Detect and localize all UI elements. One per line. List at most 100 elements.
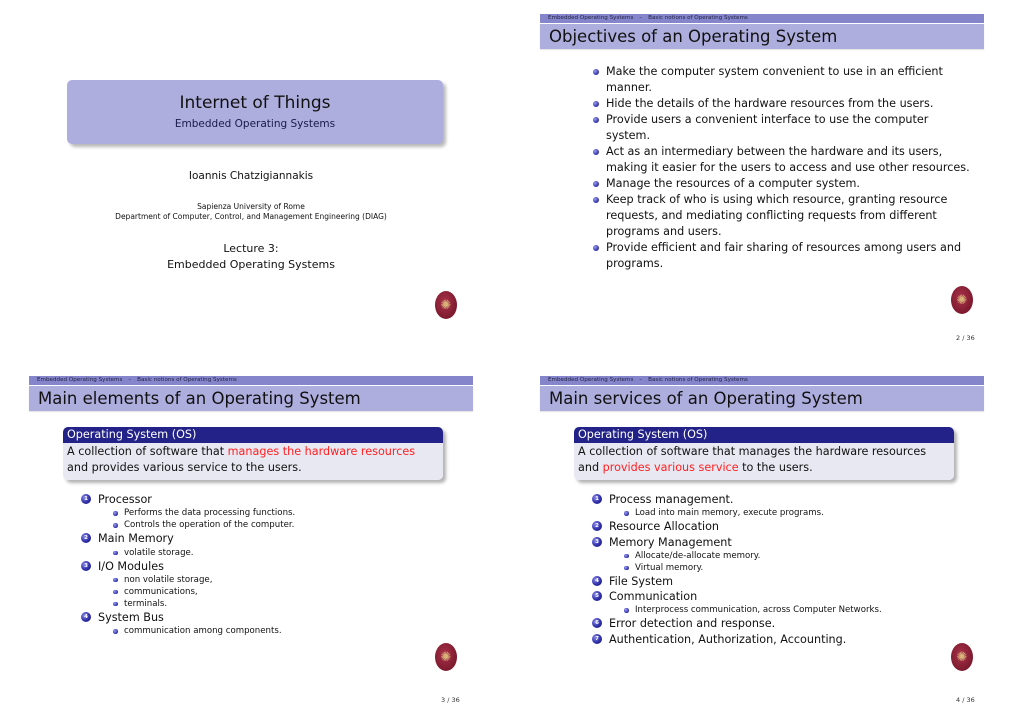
definition-block: Operating System (OS) A collection of so…: [574, 427, 954, 480]
lecture-title: Embedded Operating Systems: [167, 258, 335, 271]
bullet-icon: [593, 101, 599, 107]
list-item-text: Keep track of who is using which resourc…: [606, 193, 948, 238]
sub-list-item: Performs the data processing functions.: [98, 507, 481, 519]
block-highlight: manages the hardware resources: [227, 445, 416, 458]
bullet-icon: [593, 245, 599, 251]
breadcrumb-separator: –: [639, 377, 643, 383]
university-seal-icon: ✺: [951, 286, 973, 314]
lecture-number: Lecture 3:: [223, 242, 279, 255]
slide-2-objectives: Embedded Operating Systems – Basic notions…: [540, 14, 1014, 354]
sub-list: non volatile storage, communications, term…: [98, 574, 481, 610]
sub-list-item-text: Performs the data processing functions.: [124, 508, 296, 519]
bullet-icon: [113, 589, 118, 595]
list-item: 4 System Bus communication among component…: [81, 610, 481, 637]
bullet-icon: [113, 523, 118, 528]
list-item-label: Process management.: [609, 493, 734, 506]
breadcrumb-separator: –: [639, 15, 643, 21]
bullet-icon: [113, 601, 118, 607]
sub-list-item: Load into main memory, execute programs.: [609, 507, 992, 519]
sub-list-item: volatile storage.: [98, 547, 481, 559]
bullet-icon: [593, 69, 599, 75]
bullet-icon: [624, 553, 629, 559]
author: Ioannis Chatzigiannakis: [188, 170, 314, 182]
list-item: Act as an intermediary between the hardw…: [590, 144, 970, 176]
block-title: Operating System (OS): [574, 427, 954, 443]
number-badge-icon: 2: [592, 521, 602, 532]
sub-list-item: communication among components.: [98, 625, 481, 637]
bullet-icon: [113, 629, 118, 634]
sub-list-item-text: Allocate/de-allocate memory.: [635, 550, 761, 561]
number-badge-icon: 4: [81, 611, 91, 622]
list-item: 1 Processor Performs the data processing f…: [81, 492, 481, 531]
list-item-label: File System: [609, 574, 673, 588]
list-item-text: Make the computer system convenient to u…: [606, 65, 943, 94]
page-number: 3 / 36: [441, 696, 460, 704]
list-item: Keep track of who is using which resourc…: [590, 192, 970, 240]
breadcrumb: Embedded Operating Systems – Basic notions…: [540, 14, 984, 23]
list-item: 3 Memory Management Allocate/de-allocate m…: [592, 535, 992, 574]
bullet-icon: [624, 565, 629, 571]
slide-4-main-services: Embedded Operating Systems – Basic notions…: [540, 376, 1014, 716]
list-item: 6 Error detection and response.: [592, 616, 992, 631]
number-badge-icon: 2: [81, 533, 91, 544]
sub-list: Allocate/de-allocate memory. Virtual memo…: [609, 550, 992, 574]
block-body: A collection of software that manages th…: [574, 443, 954, 480]
bullet-icon: [113, 577, 118, 583]
list-item: Hide the details of the hardware resourc…: [590, 96, 970, 112]
list-item: Manage the resources of a computer syste…: [590, 176, 970, 192]
list-item-text: Hide the details of the hardware resourc…: [606, 97, 934, 110]
services-list: 1 Process management. Load into main memor…: [592, 492, 992, 647]
frame-title: Main elements of an Operating System: [29, 386, 473, 411]
slide-3-main-elements: Embedded Operating Systems – Basic notions…: [29, 376, 503, 716]
block-body: A collection of software that manages th…: [63, 443, 443, 480]
sub-list-item: non volatile storage,: [98, 574, 481, 586]
sub-list: Performs the data processing functions. C…: [98, 507, 481, 531]
list-item-text: Act as an intermediary between the hardw…: [606, 145, 970, 174]
institution: Sapienza University of Rome: [197, 202, 305, 211]
breadcrumb-section: Embedded Operating Systems: [548, 15, 634, 21]
number-badge-icon: 6: [592, 618, 602, 629]
list-item-label: Communication: [609, 590, 698, 604]
breadcrumb: Embedded Operating Systems – Basic notions…: [29, 376, 473, 385]
sub-list-item: Virtual memory.: [609, 562, 992, 574]
breadcrumb-section: Embedded Operating Systems: [548, 377, 634, 383]
title-block: Internet of Things Embedded Operating Sy…: [67, 80, 443, 144]
block-text: A collection of software that: [67, 445, 228, 458]
list-item: 3 I/O Modules non volatile storage, communi…: [81, 559, 481, 610]
number-badge-icon: 5: [592, 591, 602, 602]
sub-list: volatile storage.: [98, 547, 481, 559]
breadcrumb-subsection: Basic notions of Operating Systems: [648, 377, 748, 383]
breadcrumb-section: Embedded Operating Systems: [37, 377, 123, 383]
list-item-label: Processor: [98, 493, 152, 506]
block-title: Operating System (OS): [63, 427, 443, 443]
list-item-label: Memory Management: [609, 535, 732, 549]
sub-list: communication among components.: [98, 625, 481, 637]
page-number: 4 / 36: [956, 696, 975, 704]
list-item: Make the computer system convenient to u…: [590, 64, 970, 96]
page-number: 2 / 36: [956, 334, 975, 342]
sub-list-item: communications,: [98, 586, 481, 598]
bullet-icon: [113, 550, 118, 556]
list-item-label: Main Memory: [98, 532, 174, 546]
sub-list-item-text: communication among components.: [124, 626, 282, 637]
list-item: Provide users a convenient interface to …: [590, 112, 970, 144]
list-item: 7 Authentication, Authorization, Accounti…: [592, 632, 992, 647]
bullet-icon: [593, 197, 599, 203]
sub-list-item: Controls the operation of the computer.: [98, 519, 481, 531]
list-item-text: Manage the resources of a computer syste…: [606, 177, 860, 190]
objectives-list: Make the computer system convenient to u…: [590, 64, 970, 272]
bullet-icon: [593, 117, 599, 123]
number-badge-icon: 7: [592, 633, 602, 644]
university-seal-icon: ✺: [951, 643, 973, 671]
sub-list-item-text: Load into main memory, execute programs.: [635, 508, 824, 519]
sub-list-item: terminals.: [98, 598, 481, 610]
breadcrumb-separator: –: [128, 377, 132, 383]
list-item: 2 Main Memory volatile storage.: [81, 531, 481, 558]
university-seal-icon: ✺: [435, 643, 457, 671]
department: Department of Computer, Control, and Man…: [115, 212, 387, 221]
breadcrumb-subsection: Basic notions of Operating Systems: [137, 377, 237, 383]
sub-list-item-text: Controls the operation of the computer.: [124, 520, 295, 531]
bullet-icon: [593, 181, 599, 187]
bullet-icon: [593, 149, 599, 155]
list-item-label: Resource Allocation: [609, 520, 720, 534]
